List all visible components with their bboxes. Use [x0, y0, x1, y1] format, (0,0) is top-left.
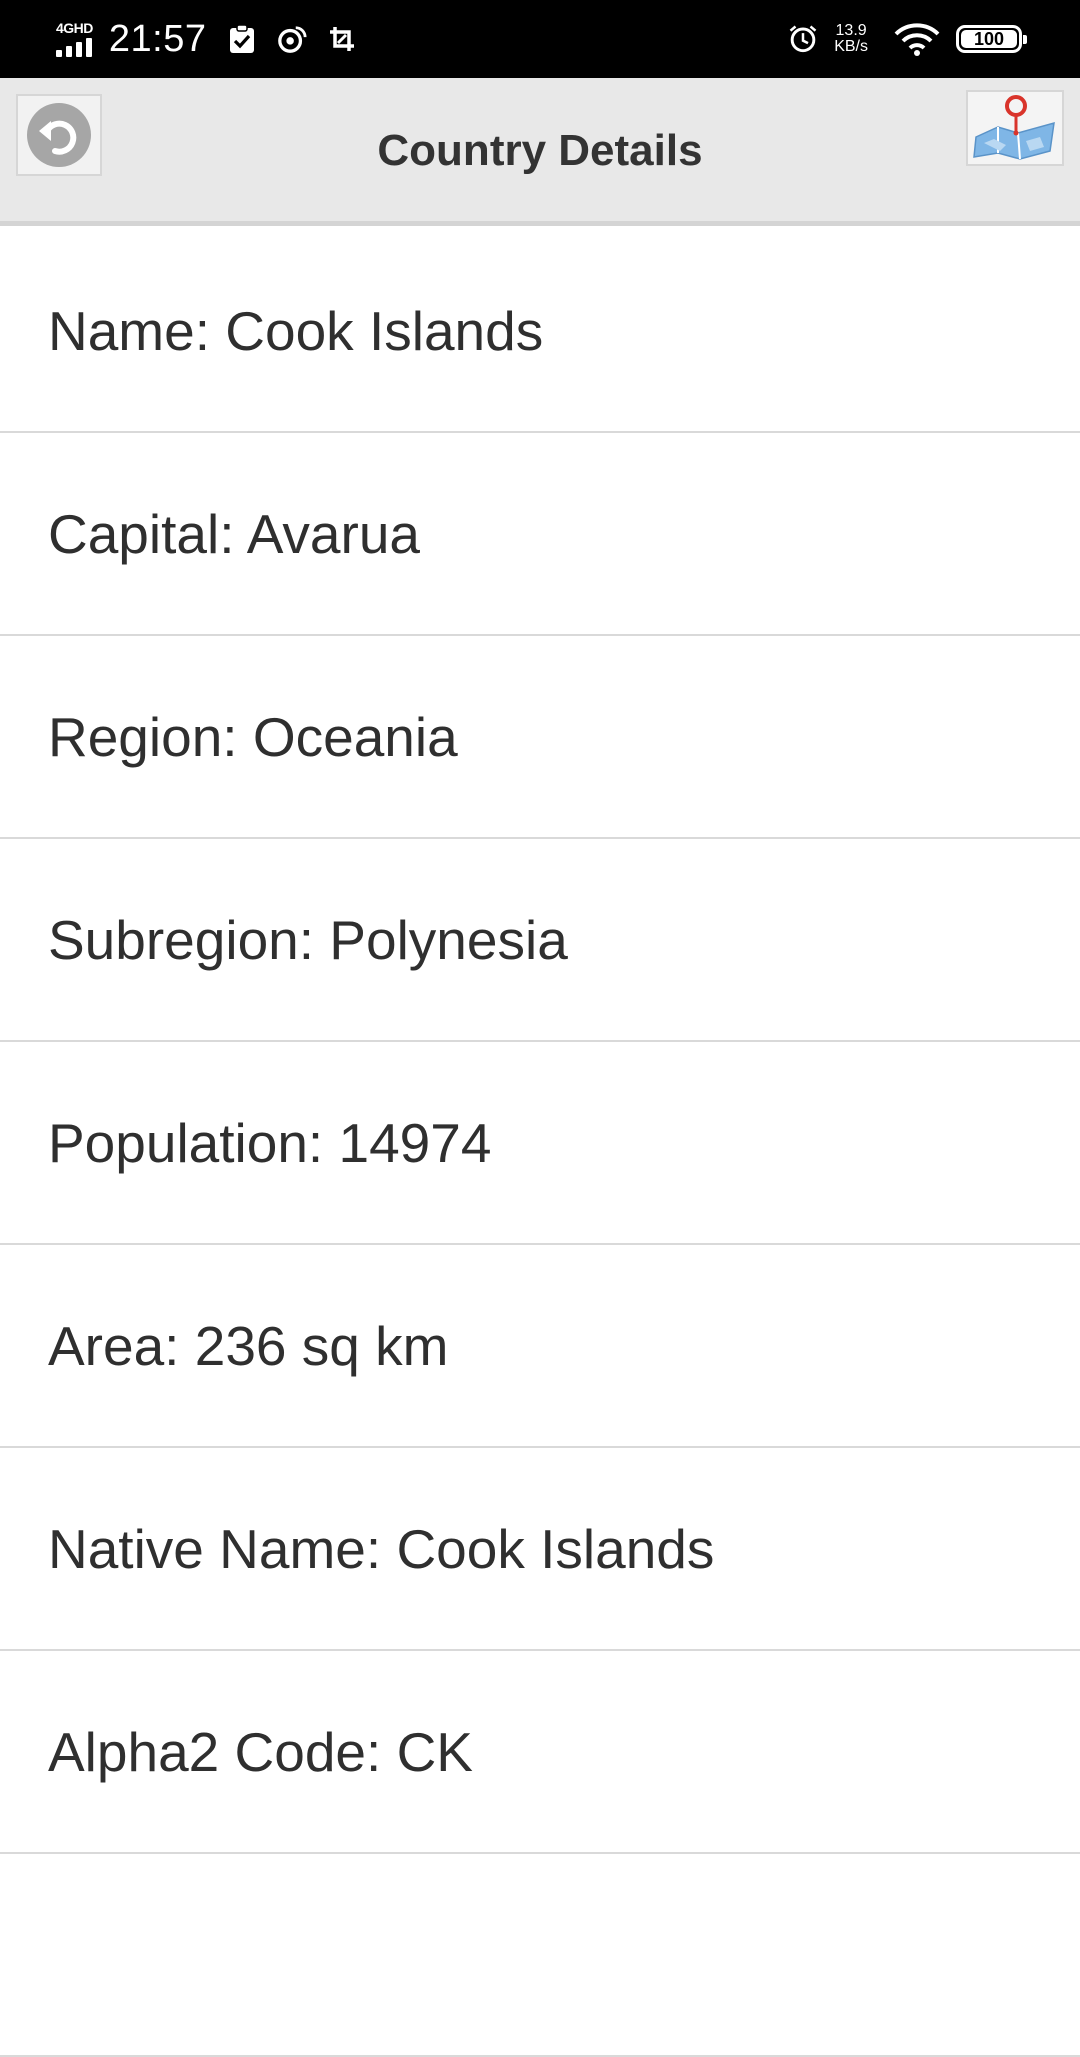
detail-row-name: Name: Cook Islands — [0, 230, 1080, 433]
task-check-icon — [227, 24, 257, 54]
country-subregion: Subregion: Polynesia — [48, 908, 568, 971]
battery-level-text: 100 — [973, 28, 1005, 49]
country-region: Region: Oceania — [48, 705, 458, 768]
detail-row-capital: Capital: Avarua — [0, 433, 1080, 636]
country-alpha2-code: Alpha2 Code: CK — [48, 1720, 473, 1783]
detail-row-region: Region: Oceania — [0, 636, 1080, 839]
network-speed: 13.9 KB/s — [834, 23, 868, 55]
map-button[interactable] — [966, 90, 1064, 166]
wifi-icon — [894, 23, 940, 56]
back-arrow-icon — [27, 103, 91, 167]
app-header: Country Details — [0, 78, 1080, 226]
country-capital: Capital: Avarua — [48, 502, 421, 565]
signal-icon: 4GHD — [56, 16, 93, 62]
page-title: Country Details — [377, 126, 703, 175]
country-population: Population: 14974 — [48, 1111, 492, 1174]
status-time: 21:57 — [108, 18, 207, 60]
country-details-list: Name: Cook Islands Capital: Avarua Regio… — [0, 230, 1080, 2057]
speed-unit: KB/s — [834, 38, 868, 55]
back-button[interactable] — [16, 94, 102, 176]
detail-row-population: Population: 14974 — [0, 1042, 1080, 1245]
map-pin-icon — [973, 95, 1055, 160]
country-native-name: Native Name: Cook Islands — [48, 1517, 715, 1580]
battery-icon: 100 — [956, 25, 1027, 53]
detail-row-native-name: Native Name: Cook Islands — [0, 1448, 1080, 1651]
status-bar: 4GHD 21:57 13.9 KB/s 100 — [0, 0, 1080, 78]
detail-row-subregion: Subregion: Polynesia — [0, 839, 1080, 1042]
country-name: Name: Cook Islands — [48, 299, 544, 362]
speed-value: 13.9 — [835, 22, 867, 39]
detail-row-alpha2: Alpha2 Code: CK — [0, 1651, 1080, 1854]
screenshot-icon — [327, 24, 357, 54]
detail-row-next — [0, 1854, 1080, 2057]
status-bar-left: 4GHD 21:57 — [56, 0, 357, 78]
weibo-icon — [277, 24, 307, 54]
detail-row-area: Area: 236 sq km — [0, 1245, 1080, 1448]
alarm-icon — [788, 24, 818, 54]
status-bar-right: 13.9 KB/s 100 — [778, 0, 1027, 78]
country-area: Area: 236 sq km — [48, 1314, 449, 1377]
network-type-label: 4GHD — [56, 20, 93, 36]
